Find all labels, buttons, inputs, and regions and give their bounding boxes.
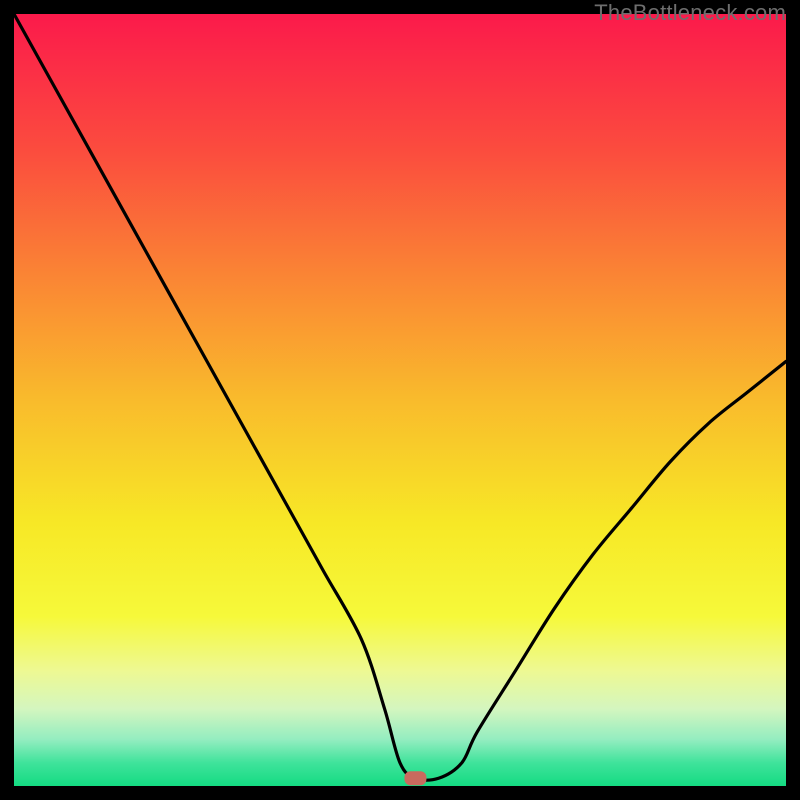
chart-background	[14, 14, 786, 786]
bottleneck-chart	[14, 14, 786, 786]
chart-frame	[14, 14, 786, 786]
watermark-text: TheBottleneck.com	[594, 0, 786, 26]
optimal-point-marker	[404, 771, 426, 785]
